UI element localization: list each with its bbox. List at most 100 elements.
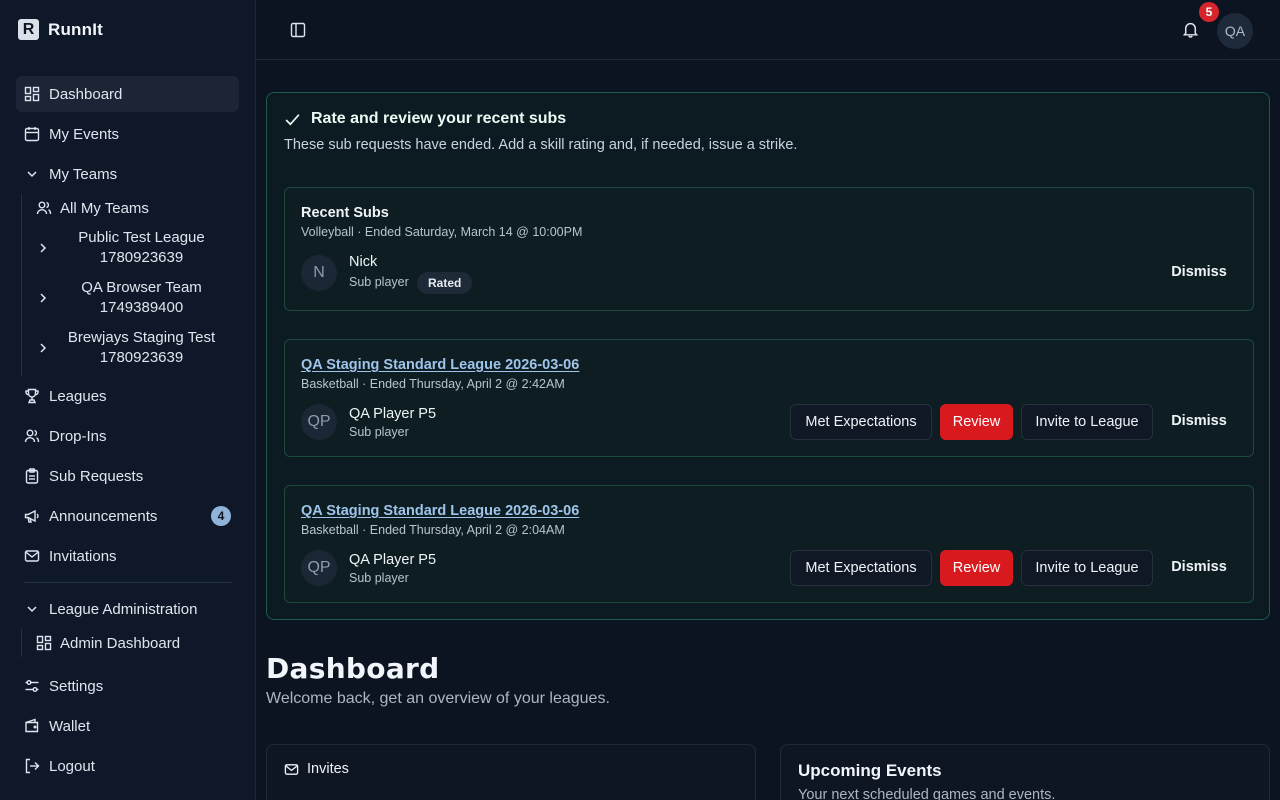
invites-heading: Invites <box>284 761 349 777</box>
chevron-right-icon <box>40 343 47 353</box>
upcoming-events-card: Upcoming Events Your next scheduled game… <box>780 744 1270 800</box>
page-title: Dashboard <box>266 652 440 685</box>
sidebar-item-my-events[interactable]: My Events <box>16 116 239 152</box>
sidebar-item-sub-requests[interactable]: Sub Requests <box>16 458 239 494</box>
sub-card: QA Staging Standard League 2026-03-06 Ba… <box>284 485 1254 603</box>
mail-icon <box>284 763 299 775</box>
admin-rail <box>21 629 22 657</box>
chevron-right-icon <box>40 293 47 303</box>
card-meta: Basketball · Ended Thursday, April 2 @ 2… <box>301 377 565 391</box>
team-label: Public Test League 1780923639 <box>78 229 205 266</box>
sub-card: Recent Subs Volleyball · Ended Saturday,… <box>284 187 1254 311</box>
player-avatar: N <box>301 255 337 291</box>
sidebar-item-label: Announcements <box>49 507 158 525</box>
player-avatar: QP <box>301 404 337 440</box>
team-label: Brewjays Staging Test 1780923639 <box>67 329 216 366</box>
sidebar-item-label: Wallet <box>49 717 91 735</box>
sidebar-item-label: Dashboard <box>49 85 123 103</box>
teams-rail <box>21 194 22 376</box>
sliders-icon <box>25 680 39 692</box>
sidebar-item-label: League Administration <box>49 600 198 618</box>
sidebar-item-label: My Teams <box>49 165 118 183</box>
brand-logo: R <box>18 19 39 40</box>
sidebar-item-label: Drop-Ins <box>49 427 107 445</box>
sidebar-item-league-administration[interactable]: League Administration <box>16 591 239 627</box>
rated-badge: Rated <box>417 272 473 294</box>
met-expectations-button[interactable]: Met Expectations <box>790 550 932 586</box>
sidebar-item-wallet[interactable]: Wallet <box>16 708 239 744</box>
sidebar-item-settings[interactable]: Settings <box>16 668 239 704</box>
check-icon <box>285 113 300 126</box>
sidebar-team-item[interactable]: Public Test League 1780923639 <box>30 225 239 271</box>
chevron-down-icon <box>27 171 37 178</box>
sidebar-item-label: Logout <box>49 757 95 775</box>
topbar: 5 QA <box>256 0 1280 60</box>
sidebar-item-logout[interactable]: Logout <box>16 748 239 784</box>
sidebar-team-item[interactable]: Brewjays Staging Test 1780923639 <box>30 325 239 371</box>
brand[interactable]: R RunnIt <box>18 19 103 40</box>
megaphone-icon <box>24 509 39 523</box>
sidebar-item-all-my-teams[interactable]: All My Teams <box>30 198 239 218</box>
chevron-right-icon <box>40 243 47 253</box>
users-icon <box>24 429 40 443</box>
sidebar-item-label: Invitations <box>49 547 117 565</box>
upcoming-subtitle: Your next scheduled games and events. <box>798 787 1056 800</box>
player-role: Sub player <box>349 275 409 289</box>
sidebar-item-label: Leagues <box>49 387 107 405</box>
card-meta: Volleyball · Ended Saturday, March 14 @ … <box>301 225 583 239</box>
player-name: QA Player P5 <box>349 406 437 422</box>
clipboard-icon <box>25 468 39 484</box>
upcoming-title: Upcoming Events <box>798 761 942 780</box>
dismiss-button[interactable]: Dismiss <box>1157 255 1241 291</box>
sub-card: QA Staging Standard League 2026-03-06 Ba… <box>284 339 1254 457</box>
bell-icon[interactable] <box>1182 21 1199 38</box>
mail-icon <box>24 550 40 562</box>
user-avatar[interactable]: QA <box>1217 13 1253 49</box>
card-meta: Basketball · Ended Thursday, April 2 @ 2… <box>301 523 565 537</box>
league-link[interactable]: QA Staging Standard League 2026-03-06 <box>301 357 579 373</box>
invite-to-league-button[interactable]: Invite to League <box>1021 404 1153 440</box>
player-role: Sub player <box>349 425 409 439</box>
announcements-badge: 4 <box>211 506 231 526</box>
dismiss-button[interactable]: Dismiss <box>1157 404 1241 440</box>
sidebar-item-label: Sub Requests <box>49 467 144 485</box>
notification-badge: 5 <box>1199 2 1219 22</box>
sidebar-item-label: My Events <box>49 125 120 143</box>
sidebar-item-my-teams[interactable]: My Teams <box>16 156 239 192</box>
player-name: Nick <box>349 254 378 270</box>
sidebar-divider <box>24 582 232 583</box>
sidebar-item-label: Settings <box>49 677 104 695</box>
player-role: Sub player <box>349 571 409 585</box>
sidebar-item-leagues[interactable]: Leagues <box>16 378 239 414</box>
league-link[interactable]: QA Staging Standard League 2026-03-06 <box>301 503 579 519</box>
sidebar-item-invitations[interactable]: Invitations <box>16 538 239 574</box>
wallet-icon <box>25 718 39 733</box>
sidebar-item-announcements[interactable]: Announcements 4 <box>16 498 239 534</box>
sidebar-team-item[interactable]: QA Browser Team 1749389400 <box>30 275 239 321</box>
sidebar-item-label: Admin Dashboard <box>60 634 181 652</box>
review-panel: Rate and review your recent subs These s… <box>266 92 1270 620</box>
dismiss-button[interactable]: Dismiss <box>1157 550 1241 586</box>
dashboard-icon <box>36 635 52 651</box>
met-expectations-button[interactable]: Met Expectations <box>790 404 932 440</box>
invite-to-league-button[interactable]: Invite to League <box>1021 550 1153 586</box>
sidebar-item-drop-ins[interactable]: Drop-Ins <box>16 418 239 454</box>
invites-card: Invites <box>266 744 756 800</box>
calendar-icon <box>24 127 40 142</box>
card-heading: Recent Subs <box>301 205 389 221</box>
brand-name: RunnIt <box>48 19 104 39</box>
review-button[interactable]: Review <box>940 404 1013 440</box>
review-description: These sub requests have ended. Add a ski… <box>284 137 798 153</box>
player-avatar: QP <box>301 550 337 586</box>
logout-icon <box>25 758 40 774</box>
sidebar: R RunnIt Dashboard My Events My Teams Al… <box>0 0 256 800</box>
sidebar-item-admin-dashboard[interactable]: Admin Dashboard <box>30 633 239 653</box>
page-subtitle: Welcome back, get an overview of your le… <box>266 690 610 707</box>
team-label: QA Browser Team 1749389400 <box>81 279 202 316</box>
sidebar-toggle-icon[interactable] <box>290 22 306 38</box>
review-button[interactable]: Review <box>940 550 1013 586</box>
sidebar-item-dashboard[interactable]: Dashboard <box>16 76 239 112</box>
trophy-icon <box>25 388 39 404</box>
chevron-down-icon <box>27 606 37 613</box>
users-icon <box>36 201 52 215</box>
